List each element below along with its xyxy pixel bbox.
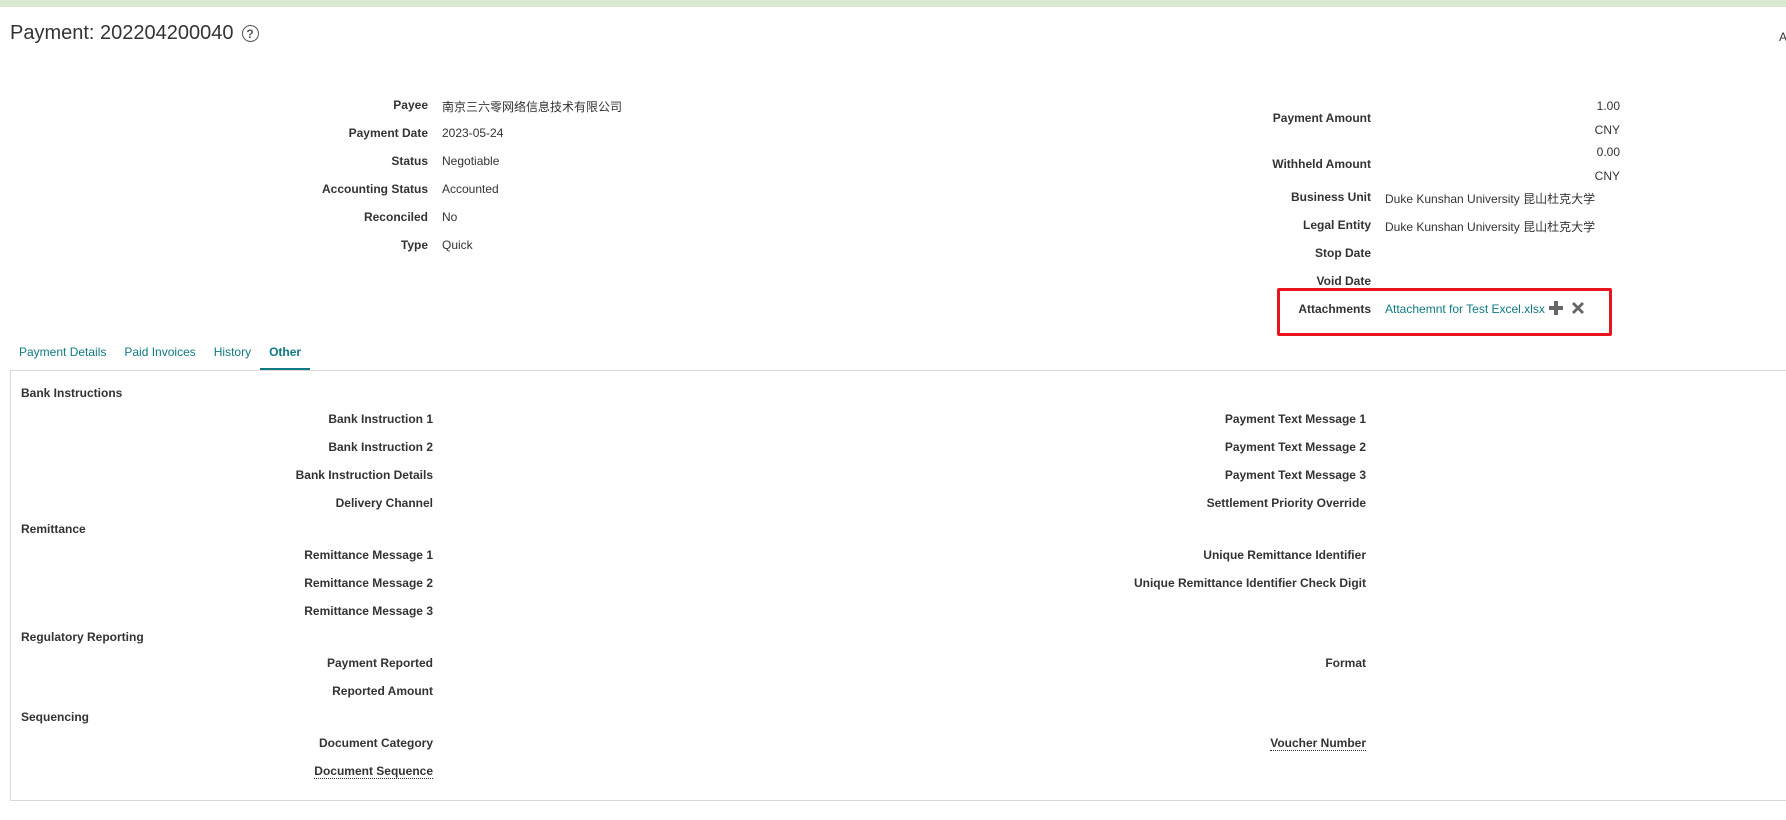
payment-text-message-1-label: Payment Text Message 1 [1224,412,1366,426]
section-bank-instructions: Bank Instructions [21,386,123,400]
tab-payment-details[interactable]: Payment Details [10,339,115,371]
business-unit-value: Duke Kunshan University 昆山杜克大学 [1385,192,1596,206]
accounting-status-value: Accounted [442,182,499,196]
withheld-amount-value: 0.00 [1596,145,1620,159]
payee-value: 南京三六零网络信息技术有限公司 [442,100,623,114]
type-value: Quick [442,238,473,252]
remittance-message-1-label: Remittance Message 1 [304,548,433,562]
bank-instruction-details-label: Bank Instruction Details [295,468,433,482]
withheld-amount-currency: CNY [1594,169,1620,183]
payment-amount-value: 1.00 [1596,99,1620,113]
bank-instruction-1-label: Bank Instruction 1 [328,412,433,426]
void-date-label: Void Date [1316,274,1371,288]
payment-amount-label: Payment Amount [1272,111,1371,125]
payment-date-value: 2023-05-24 [442,126,504,140]
add-attachment-icon[interactable] [1548,300,1564,316]
document-sequence-label-wrap: Document Sequence [133,764,433,779]
status-label: Status [391,154,428,168]
reported-amount-label: Reported Amount [332,684,433,698]
help-icon[interactable]: ? [241,25,259,42]
section-remittance: Remittance [21,522,86,536]
voucher-number-label-wrap: Voucher Number [966,736,1366,751]
document-category-label: Document Category [318,736,433,750]
withheld-amount-label: Withheld Amount [1272,157,1371,171]
payment-text-message-2-label: Payment Text Message 2 [1224,440,1366,454]
stop-date-label: Stop Date [1314,246,1371,260]
status-value: Negotiable [442,154,500,168]
payment-reported-label: Payment Reported [326,656,433,670]
format-label: Format [1325,656,1366,670]
remittance-message-2-label: Remittance Message 2 [304,576,433,590]
tab-paid-invoices[interactable]: Paid Invoices [115,339,204,371]
detail-tabs: Payment Details Paid Invoices History Ot… [10,339,311,371]
accounting-status-label: Accounting Status [321,182,428,196]
business-unit-label: Business Unit [1290,190,1371,204]
edge-text: A [1779,30,1786,44]
tab-other[interactable]: Other [260,339,311,371]
settlement-priority-override-label: Settlement Priority Override [1206,496,1366,510]
payment-text-message-3-label: Payment Text Message 3 [1224,468,1366,482]
legal-entity-value: Duke Kunshan University 昆山杜克大学 [1385,220,1596,234]
tab-history[interactable]: History [205,339,260,371]
page-title: Payment: 202204200040 ? [10,22,259,45]
payee-label: Payee [393,98,428,112]
voucher-number-label[interactable]: Voucher Number [1270,736,1366,751]
unique-remittance-identifier-label: Unique Remittance Identifier [1203,548,1366,562]
bank-instruction-2-label: Bank Instruction 2 [328,440,433,454]
payment-amount-currency: CNY [1594,123,1620,137]
legal-entity-label: Legal Entity [1302,218,1371,232]
attachment-file-link[interactable]: Attachemnt for Test Excel.xlsx [1385,302,1545,316]
delete-attachment-icon[interactable] [1570,300,1586,316]
unique-remittance-check-digit-label: Unique Remittance Identifier Check Digit [1133,576,1366,590]
delivery-channel-label: Delivery Channel [335,496,433,510]
top-status-bar [0,0,1786,7]
section-regulatory-reporting: Regulatory Reporting [21,630,144,644]
type-label: Type [400,238,428,252]
payment-date-label: Payment Date [348,126,428,140]
reconciled-label: Reconciled [363,210,428,224]
reconciled-value: No [442,210,458,224]
page-title-text: Payment: 202204200040 [10,22,234,44]
remittance-message-3-label: Remittance Message 3 [304,604,433,618]
section-sequencing: Sequencing [21,710,90,724]
document-sequence-label[interactable]: Document Sequence [314,764,433,779]
